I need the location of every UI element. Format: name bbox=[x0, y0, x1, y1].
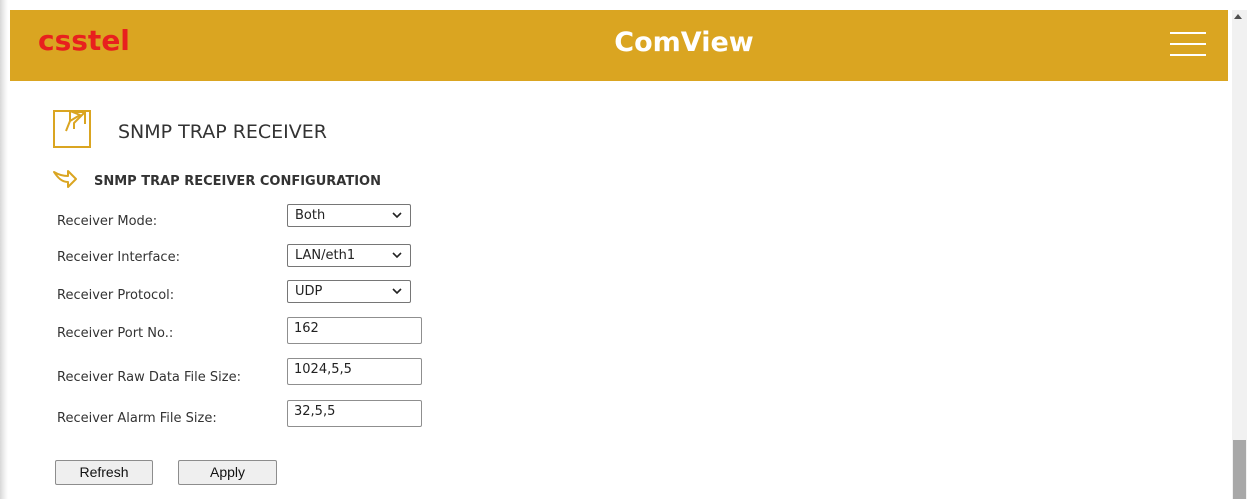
page-title: SNMP TRAP RECEIVER bbox=[118, 121, 327, 143]
chevron-down-icon bbox=[392, 288, 402, 295]
receiver-mode-label: Receiver Mode: bbox=[57, 214, 158, 229]
alarm-file-size-input[interactable]: 32,5,5 bbox=[287, 400, 422, 427]
brand-logo: csstel bbox=[38, 24, 130, 57]
window-edge-shadow bbox=[0, 0, 8, 499]
receiver-port-label: Receiver Port No.: bbox=[57, 326, 174, 341]
receiver-protocol-label: Receiver Protocol: bbox=[57, 288, 175, 303]
receiver-interface-label: Receiver Interface: bbox=[57, 250, 180, 265]
arrow-right-icon bbox=[53, 170, 77, 188]
receiver-interface-value: LAN/eth1 bbox=[295, 248, 356, 263]
app-window: csstel ComView SNMP TRAP RECEIVER SNMP T… bbox=[0, 0, 1247, 499]
receiver-mode-select[interactable]: Both bbox=[287, 204, 411, 227]
chevron-down-icon bbox=[392, 252, 402, 259]
section-title: SNMP TRAP RECEIVER CONFIGURATION bbox=[94, 174, 381, 189]
receiver-protocol-value: UDP bbox=[295, 284, 323, 299]
apply-button[interactable]: Apply bbox=[178, 460, 277, 485]
refresh-button[interactable]: Refresh bbox=[55, 460, 153, 485]
raw-data-file-size-label: Receiver Raw Data File Size: bbox=[57, 370, 241, 385]
scrollbar-thumb[interactable] bbox=[1233, 440, 1246, 499]
receiver-mode-value: Both bbox=[295, 208, 326, 223]
top-header-bar: csstel ComView bbox=[10, 10, 1228, 81]
scroll-up-arrow-icon[interactable] bbox=[1234, 14, 1242, 19]
raw-data-file-size-input[interactable]: 1024,5,5 bbox=[287, 358, 422, 385]
hamburger-menu-icon[interactable] bbox=[1170, 30, 1208, 60]
vertical-scrollbar[interactable] bbox=[1232, 10, 1247, 499]
external-link-document-icon bbox=[53, 110, 91, 148]
app-title: ComView bbox=[614, 27, 754, 58]
alarm-file-size-label: Receiver Alarm File Size: bbox=[57, 411, 217, 426]
receiver-interface-select[interactable]: LAN/eth1 bbox=[287, 244, 411, 267]
receiver-protocol-select[interactable]: UDP bbox=[287, 280, 411, 303]
chevron-down-icon bbox=[392, 212, 402, 219]
receiver-port-input[interactable]: 162 bbox=[287, 317, 422, 344]
